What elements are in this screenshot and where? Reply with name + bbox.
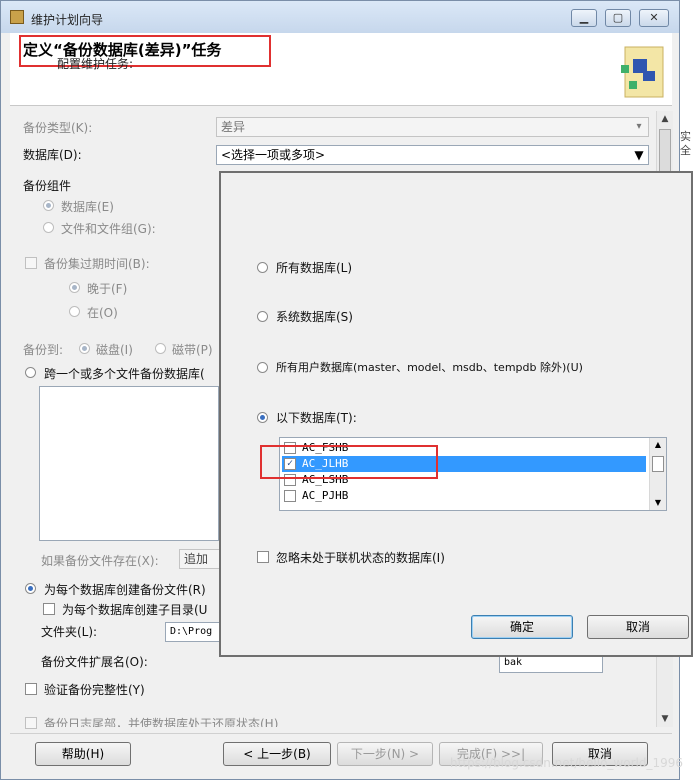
database-selection-popup: 所有数据库(L) 系统数据库(S) 所有用户数据库(master、model、m… bbox=[219, 171, 693, 657]
footer-divider bbox=[10, 733, 672, 734]
database-name: AC_PJHB bbox=[302, 489, 349, 502]
component-files-label: 文件和文件组(G): bbox=[61, 222, 156, 236]
database-label: 数据库(D): bbox=[23, 148, 82, 162]
database-checkbox[interactable] bbox=[284, 490, 296, 502]
scroll-up-icon[interactable]: ▲ bbox=[650, 438, 666, 452]
all-db-radio[interactable] bbox=[257, 262, 268, 273]
scroll-down-icon[interactable]: ▼ bbox=[650, 496, 666, 510]
backup-type-value: 差异 bbox=[221, 120, 246, 134]
backup-to-label: 备份到: bbox=[23, 343, 64, 357]
help-button[interactable]: 帮助(H) bbox=[35, 742, 131, 766]
folder-label: 文件夹(L): bbox=[41, 625, 98, 639]
per-db-subdir-checkbox[interactable] bbox=[43, 603, 55, 615]
backup-to-disk-radio[interactable] bbox=[79, 343, 90, 354]
backup-to-tape-label: 磁带(P) bbox=[172, 343, 213, 357]
backup-to-disk-label: 磁盘(I) bbox=[96, 343, 133, 357]
back-button[interactable]: < 上一步(B) bbox=[223, 742, 331, 766]
backup-files-list[interactable] bbox=[39, 386, 219, 541]
component-database-label: 数据库(E) bbox=[61, 200, 114, 214]
these-db-radio[interactable] bbox=[257, 412, 268, 423]
close-button[interactable]: ✕ bbox=[639, 9, 669, 27]
expire-on-label: 在(O) bbox=[87, 306, 118, 320]
ignore-offline-checkbox[interactable] bbox=[257, 551, 269, 563]
verify-label: 验证备份完整性(Y) bbox=[44, 683, 145, 697]
popup-cancel-button[interactable]: 取消 bbox=[587, 615, 689, 639]
watermark: https://blog.csdn.net/hello_world_1996 bbox=[450, 756, 683, 770]
ok-button[interactable]: 确定 bbox=[471, 615, 573, 639]
span-files-label: 跨一个或多个文件备份数据库( bbox=[44, 367, 205, 381]
span-files-radio[interactable] bbox=[25, 367, 36, 378]
minimize-button[interactable]: ▁ bbox=[571, 9, 597, 27]
component-files-radio[interactable] bbox=[43, 222, 54, 233]
chevron-down-icon: ▾ bbox=[636, 121, 642, 132]
if-exists-select[interactable]: 追加 bbox=[179, 549, 221, 569]
wizard-decoration-icon bbox=[621, 46, 664, 98]
database-list-item[interactable]: AC_PJHB bbox=[282, 488, 646, 504]
these-db-label: 以下数据库(T): bbox=[276, 411, 357, 425]
scroll-down-icon[interactable]: ▼ bbox=[657, 711, 673, 727]
backup-component-label: 备份组件 bbox=[23, 179, 72, 193]
ignore-offline-label: 忽略未处于联机状态的数据库(I) bbox=[276, 551, 445, 565]
database-select-value: <选择一项或多项> bbox=[221, 148, 326, 162]
database-list-scrollbar[interactable]: ▲ ▼ bbox=[649, 438, 666, 510]
expire-after-label: 晚于(F) bbox=[87, 282, 128, 296]
expire-label: 备份集过期时间(B): bbox=[44, 257, 150, 271]
window-title: 维护计划向导 bbox=[31, 13, 104, 27]
annotation-box-selection bbox=[260, 445, 438, 479]
system-db-radio[interactable] bbox=[257, 311, 268, 322]
scroll-up-icon[interactable]: ▲ bbox=[657, 111, 673, 127]
expire-checkbox[interactable] bbox=[25, 257, 37, 269]
title-bar: 维护计划向导 ▁ ▢ ✕ bbox=[1, 1, 679, 33]
maximize-button[interactable]: ▢ bbox=[605, 9, 631, 27]
per-db-file-label: 为每个数据库创建备份文件(R) bbox=[44, 583, 206, 597]
system-db-label: 系统数据库(S) bbox=[276, 310, 353, 324]
wizard-app-icon bbox=[10, 10, 24, 24]
folder-value: D:\Prog bbox=[170, 626, 213, 637]
expire-on-radio[interactable] bbox=[69, 306, 80, 317]
tail-log-checkbox[interactable] bbox=[25, 717, 37, 729]
extension-value: bak bbox=[504, 657, 523, 668]
tail-log-label: 备份日志尾部，并使数据库处于还原状态(H) bbox=[44, 717, 279, 727]
background-window-text: 实 全 bbox=[680, 130, 691, 157]
folder-input[interactable]: D:\Prog bbox=[165, 622, 221, 642]
verify-checkbox[interactable] bbox=[25, 683, 37, 695]
backup-to-tape-radio[interactable] bbox=[155, 343, 166, 354]
if-exists-label: 如果备份文件存在(X): bbox=[41, 554, 159, 568]
database-select[interactable]: <选择一项或多项> ▼ bbox=[216, 145, 649, 165]
component-database-radio[interactable] bbox=[43, 200, 54, 211]
chevron-down-icon: ▼ bbox=[634, 148, 644, 162]
user-db-label: 所有用户数据库(master、model、msdb、tempdb 除外)(U) bbox=[276, 361, 583, 374]
scroll-thumb[interactable] bbox=[652, 456, 664, 472]
all-db-label: 所有数据库(L) bbox=[276, 261, 353, 275]
expire-after-radio[interactable] bbox=[69, 282, 80, 293]
backup-type-label: 备份类型(K): bbox=[23, 121, 93, 135]
per-db-subdir-label: 为每个数据库创建子目录(U bbox=[62, 603, 208, 617]
next-button[interactable]: 下一步(N) > bbox=[337, 742, 433, 766]
if-exists-value: 追加 bbox=[184, 552, 209, 566]
extension-label: 备份文件扩展名(O): bbox=[41, 655, 148, 669]
backup-type-select[interactable]: 差异 ▾ bbox=[216, 117, 649, 137]
user-db-radio[interactable] bbox=[257, 362, 268, 373]
per-db-file-radio[interactable] bbox=[25, 583, 36, 594]
page-subtitle: 配置维护任务: bbox=[57, 57, 134, 71]
